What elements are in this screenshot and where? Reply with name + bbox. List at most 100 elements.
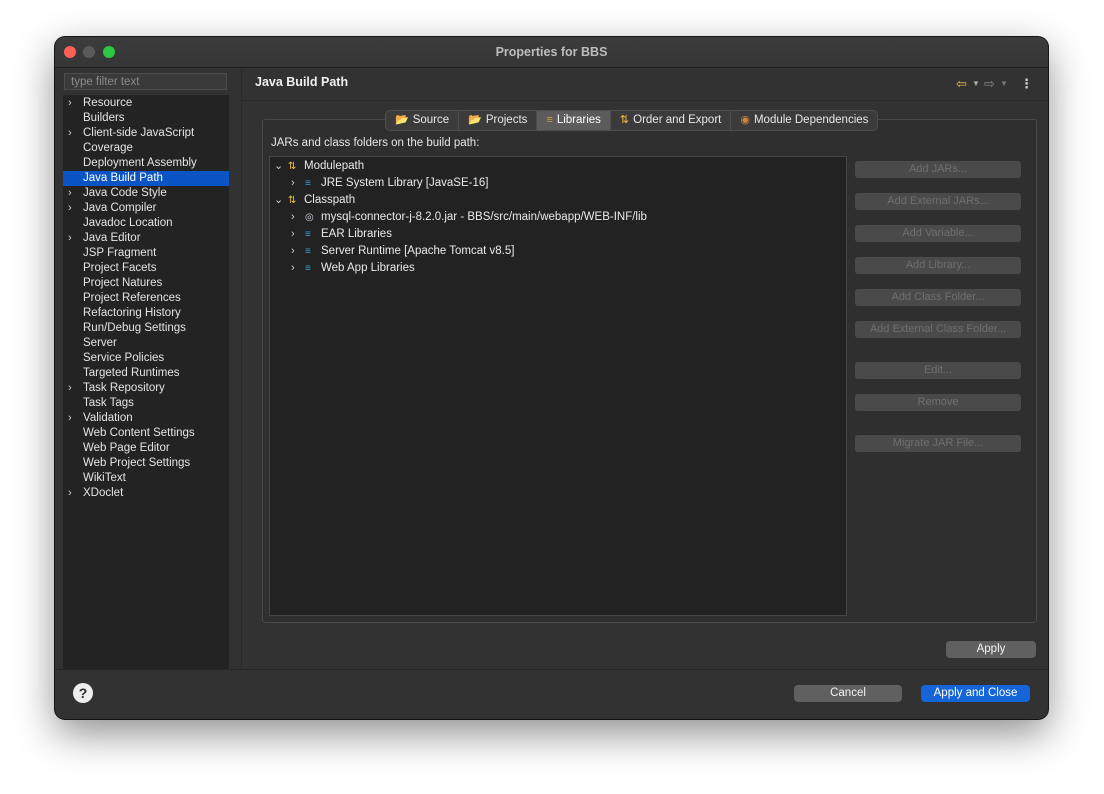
libraries-caption: JARs and class folders on the build path… [271,137,480,149]
tab-projects[interactable]: 📂 Projects [459,111,538,130]
sidebar-item[interactable]: Refactoring History [63,306,229,321]
sidebar-item[interactable]: JSP Fragment [63,246,229,261]
tree-item[interactable]: › ≡ JRE System Library [JavaSE-16] [291,175,488,191]
tree-item-label: JRE System Library [JavaSE-16] [321,177,489,189]
sidebar-item[interactable]: › Resource [63,96,229,111]
tab-order-and-export[interactable]: ⇅ Order and Export [611,111,732,130]
build-path-tabs: 📂 Source 📂 Projects ≡ Libraries ⇅ Order and Exp… [385,110,879,131]
tree-item[interactable]: ⌄ ⇅ Classpath [274,192,355,208]
page-title: Java Build Path [255,75,349,89]
side-action-button[interactable]: Add Class Folder... [855,289,1021,306]
chevron-right-icon[interactable]: › [68,231,76,246]
chevron-down-icon[interactable]: ⌄ [274,158,288,174]
tab-source[interactable]: 📂 Source [386,111,460,130]
sidebar-item[interactable]: › Java Code Style [63,186,229,201]
sidebar-item[interactable]: › Java Compiler [63,201,229,216]
chevron-right-icon[interactable]: › [291,226,305,242]
chevron-right-icon[interactable]: › [68,186,76,201]
tab-module-dependencies[interactable]: ◉ Module Dependencies [731,111,877,130]
sidebar-item-label: Task Tags [83,397,134,409]
sidebar-item[interactable]: Run/Debug Settings [63,321,229,336]
chevron-right-icon[interactable]: › [68,486,76,501]
chevron-right-icon[interactable]: › [291,209,305,225]
side-action-button[interactable]: Add JARs... [855,161,1021,178]
sidebar-item[interactable]: Coverage [63,141,229,156]
sidebar-item[interactable]: Java Build Path [63,171,229,186]
sidebar-item-label: Java Code Style [83,187,167,199]
properties-dialog: Properties for BBS › Resource Builders › Cli… [55,37,1048,719]
tab-label: Projects [485,114,528,126]
sidebar-item[interactable]: Service Policies [63,351,229,366]
tab-label: Order and Export [633,114,722,126]
tab-label: Libraries [556,114,601,126]
chevron-right-icon[interactable]: › [68,411,76,426]
tree-item[interactable]: › ≡ EAR Libraries [291,226,392,242]
sidebar-item[interactable]: Builders [63,111,229,126]
sidebar-item[interactable]: Project Natures [63,276,229,291]
back-arrow-icon[interactable]: ⇦ [956,76,967,92]
sidebar-item[interactable]: Web Project Settings [63,456,229,471]
chevron-right-icon[interactable]: › [68,126,76,141]
sidebar-item-label: Client-side JavaScript [83,127,195,139]
side-action-button[interactable]: Add External Class Folder... [855,321,1021,338]
more-menu-icon[interactable]: ⋮ [1020,76,1033,92]
sidebar-item[interactable]: Deployment Assembly [63,156,229,171]
sidebar-item[interactable]: Project References [63,291,229,306]
sidebar-item-label: Java Build Path [83,172,163,184]
sidebar-item-label: WikiText [83,472,126,484]
tree-item[interactable]: › ◎ mysql-connector-j-8.2.0.jar - BBS/src/… [291,209,647,225]
tree-item[interactable]: › ≡ Web App Libraries [291,260,415,276]
tab-libraries[interactable]: ≡ Libraries [537,111,611,130]
header-divider [242,100,1048,101]
sidebar-item[interactable]: Web Content Settings [63,426,229,441]
build-path-tree[interactable]: ⌄ ⇅ Modulepath › ≡ JRE System Library [JavaSE… [269,156,847,616]
sidebar-item[interactable]: › Client-side JavaScript [63,126,229,141]
sidebar-item[interactable]: Server [63,336,229,351]
sidebar-item[interactable]: › Task Repository [63,381,229,396]
chevron-down-icon[interactable]: ⌄ [274,192,288,208]
chevron-right-icon[interactable]: › [68,201,76,216]
chevron-right-icon[interactable]: › [291,175,305,191]
apply-button[interactable]: Apply [946,641,1036,658]
apply-and-close-button[interactable]: Apply and Close [921,685,1030,702]
chevron-right-icon[interactable]: › [68,381,76,396]
sidebar-item[interactable]: Project Facets [63,261,229,276]
chevron-right-icon[interactable]: › [68,96,76,111]
chevron-right-icon[interactable]: › [291,243,305,259]
side-action-button[interactable]: Add External JARs... [855,193,1021,210]
sidebar-item-label: Service Policies [83,352,165,364]
forward-arrow-icon[interactable]: ⇨ [984,76,995,92]
module-icon: ◉ [740,114,750,126]
side-action-button[interactable]: Remove [855,394,1021,411]
help-icon[interactable]: ? [73,683,93,703]
sidebar-item[interactable]: WikiText [63,471,229,486]
tree-item-label: EAR Libraries [321,228,392,240]
tree-item[interactable]: ⌄ ⇅ Modulepath [274,158,364,174]
sidebar-item[interactable]: Task Tags [63,396,229,411]
side-action-button[interactable]: Add Library... [855,257,1021,274]
tree-item[interactable]: › ≡ Server Runtime [Apache Tomcat v8.5] [291,243,514,259]
sidebar-item[interactable]: Web Page Editor [63,441,229,456]
side-action-button[interactable]: Migrate JAR File... [855,435,1021,452]
sidebar-item-label: Project Facets [83,262,157,274]
projects-icon: 📂 [468,114,482,126]
libraries-icon: ≡ [546,114,553,126]
chevron-right-icon[interactable]: › [291,260,305,276]
sidebar-item[interactable]: › Java Editor [63,231,229,246]
back-dropdown-icon[interactable]: ▼ [972,79,980,88]
sidebar-item[interactable]: Javadoc Location [63,216,229,231]
cancel-button[interactable]: Cancel [794,685,902,702]
sidebar-item[interactable]: › XDoclet [63,486,229,501]
sidebar-divider[interactable] [241,67,242,669]
sidebar-item-label: Coverage [83,142,133,154]
side-action-button[interactable]: Add Variable... [855,225,1021,242]
sidebar-item-label: Web Page Editor [83,442,170,454]
sidebar-item[interactable]: Targeted Runtimes [63,366,229,381]
filter-input[interactable] [64,73,227,90]
tree-item-label: Modulepath [304,160,365,172]
tree-item-label: Server Runtime [Apache Tomcat v8.5] [321,245,515,257]
forward-dropdown-icon[interactable]: ▼ [1000,79,1008,88]
history-nav: ⇦ ▼ ⇨ ▼ ⋮ [956,76,1034,92]
sidebar-item[interactable]: › Validation [63,411,229,426]
side-action-button[interactable]: Edit... [855,362,1021,379]
